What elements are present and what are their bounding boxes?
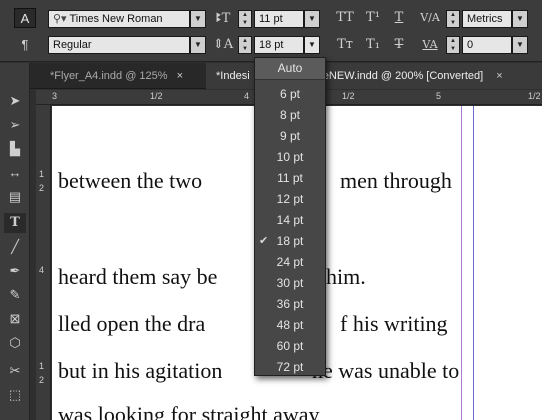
text-line: him. [326, 264, 366, 289]
font-family-value: Times New Roman [69, 13, 163, 25]
pen-tool-icon[interactable]: ✒ [4, 261, 26, 281]
leading-dropdown[interactable]: ▼ [304, 36, 320, 54]
ruler-label: 1 [39, 361, 45, 371]
ruler-label: 1 [39, 169, 45, 179]
all-caps-icon[interactable]: TT [334, 9, 356, 27]
tab-label-part1: *Indesi [216, 70, 250, 82]
rectangle-frame-tool-icon[interactable]: ⊠ [4, 309, 26, 329]
font-size-field[interactable]: 11 pt [254, 10, 304, 28]
text-line: men through [340, 168, 452, 193]
tracking-dropdown[interactable]: ▼ [512, 36, 528, 54]
tracking-field[interactable]: 0 [462, 36, 512, 54]
vertical-ruler[interactable]: 1 2 4 1 2 [36, 105, 51, 420]
menu-item[interactable]: 60 pt [255, 336, 325, 357]
scissors-tool-icon[interactable]: ✂ [4, 361, 26, 381]
leading-stepper[interactable]: ▲ ▼ [238, 36, 252, 54]
kerning-icon: V/A [420, 11, 440, 24]
leading-icon: ⇕A [212, 37, 234, 52]
menu-item[interactable]: 6 pt [255, 84, 325, 105]
menu-item[interactable]: 72 pt [255, 357, 325, 378]
ruler-label: 4 [39, 265, 45, 275]
leading-dropdown-menu: Auto 6 pt 8 pt 9 pt 10 pt 11 pt 12 pt 14… [254, 57, 326, 376]
ruler-label: 2 [39, 183, 45, 193]
menu-item-selected[interactable]: ✔ 18 pt [255, 231, 325, 252]
font-family-field[interactable]: ⚲▾ Times New Roman [48, 10, 190, 28]
tab-close-icon[interactable]: × [496, 70, 502, 82]
subscript-icon[interactable]: T₁ [362, 36, 384, 54]
menu-item[interactable]: 9 pt [255, 126, 325, 147]
tracking-icon: VA [422, 38, 438, 51]
ruler-label: 4 [244, 91, 250, 101]
character-mode-button[interactable]: A [14, 8, 36, 28]
tools-panel: ➤ ➢ ▙ ↔ ▤ T ╱ ✒ ✎ ⊠ ⬡ ✂ ⬚ [0, 63, 30, 420]
superscript-icon[interactable]: T¹ [362, 9, 384, 27]
content-collector-icon[interactable]: ▤ [4, 187, 26, 207]
page-tool-icon[interactable]: ▙ [4, 139, 26, 159]
menu-item[interactable]: 12 pt [255, 189, 325, 210]
strikethrough-icon[interactable]: T [390, 36, 408, 54]
ruler-label: 2 [39, 375, 45, 385]
kerning-dropdown[interactable]: ▼ [512, 10, 528, 28]
text-line: f his writing [340, 311, 448, 336]
font-family-dropdown[interactable]: ▼ [190, 10, 206, 28]
text-line: between the two [58, 168, 203, 193]
font-size-icon: ꔪT [215, 11, 231, 26]
margin-guide [473, 106, 474, 420]
ruler-label: 1/2 [528, 91, 541, 101]
checkmark-icon: ✔ [259, 235, 269, 247]
menu-item[interactable]: 10 pt [255, 147, 325, 168]
leading-field[interactable]: 18 pt [254, 36, 304, 54]
menu-item[interactable]: 48 pt [255, 315, 325, 336]
small-caps-icon[interactable]: Tт [334, 36, 356, 54]
menu-item[interactable]: 36 pt [255, 294, 325, 315]
control-panel: A ¶ ⚲▾ Times New Roman ▼ Regular ▼ ꔪT ▲ ▼… [0, 0, 542, 62]
type-tool-icon[interactable]: T [4, 213, 26, 233]
ruler-label: 5 [436, 91, 442, 101]
tracking-stepper[interactable]: ▲ ▼ [446, 36, 460, 54]
text-line: heard them say be [58, 264, 218, 289]
text-line: was looking for straight away [58, 402, 320, 420]
tab-label: *Flyer_A4.indd @ 125% [50, 70, 168, 82]
ruler-label: 3 [52, 91, 58, 101]
kerning-field[interactable]: Metrics [462, 10, 512, 28]
menu-item-label: 18 pt [276, 234, 304, 248]
polygon-tool-icon[interactable]: ⬡ [4, 333, 26, 353]
tab-close-icon[interactable]: × [177, 70, 183, 82]
selection-tool-icon[interactable]: ➤ [4, 91, 26, 111]
ruler-label: 1/2 [342, 91, 355, 101]
font-size-dropdown[interactable]: ▼ [304, 10, 320, 28]
tab-flyer[interactable]: *Flyer_A4.indd @ 125% × [40, 63, 200, 89]
ruler-label: 1/2 [150, 91, 163, 101]
menu-item[interactable]: 24 pt [255, 252, 325, 273]
menu-item-auto[interactable]: Auto [255, 58, 325, 80]
menu-item[interactable]: 11 pt [255, 168, 325, 189]
tab-label-part2: ateNEW.indd @ 200% [Converted] [313, 70, 484, 82]
paragraph-mode-button[interactable]: ¶ [16, 36, 34, 54]
line-tool-icon[interactable]: ╱ [4, 237, 26, 257]
free-transform-tool-icon[interactable]: ⬚ [4, 385, 26, 405]
gap-tool-icon[interactable]: ↔ [4, 163, 26, 183]
text-line: he was unable to [312, 358, 460, 383]
font-style-dropdown[interactable]: ▼ [190, 36, 206, 54]
underline-icon[interactable]: T [390, 9, 408, 27]
menu-item[interactable]: 30 pt [255, 273, 325, 294]
margin-guide [461, 106, 462, 420]
pencil-tool-icon[interactable]: ✎ [4, 285, 26, 305]
font-search-icon: ⚲▾ [53, 13, 70, 25]
direct-selection-tool-icon[interactable]: ➢ [4, 115, 26, 135]
menu-item[interactable]: 8 pt [255, 105, 325, 126]
text-line: but in his agitation [58, 358, 223, 383]
kerning-stepper[interactable]: ▲ ▼ [446, 10, 460, 28]
text-line: lled open the dra [58, 311, 206, 336]
font-size-stepper[interactable]: ▲ ▼ [238, 10, 252, 28]
menu-item[interactable]: 14 pt [255, 210, 325, 231]
font-style-field[interactable]: Regular [48, 36, 190, 54]
